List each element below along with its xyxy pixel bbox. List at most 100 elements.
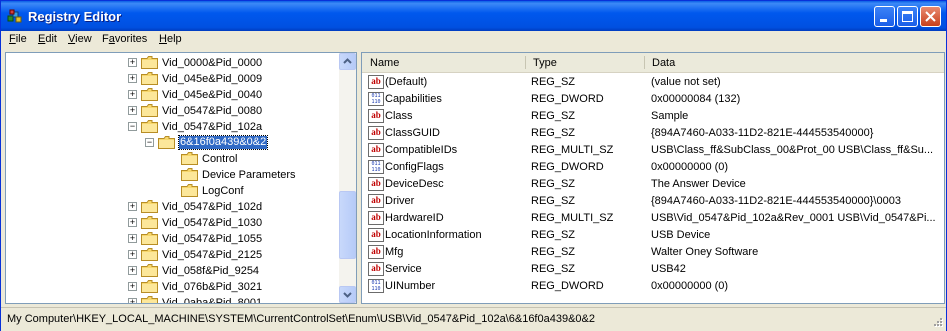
- binary-value-icon: 011 110: [368, 92, 384, 106]
- value-row[interactable]: 011 110 UINumber REG_DWORD 0x00000000 (0): [362, 278, 944, 295]
- tree-item[interactable]: + Vid_0000&Pid_0000: [6, 55, 338, 71]
- minimize-button[interactable]: [874, 6, 895, 27]
- tree-vertical-scrollbar[interactable]: [339, 53, 356, 303]
- value-row[interactable]: ab LocationInformation REG_SZ USB Device: [362, 227, 944, 244]
- string-value-icon: ab: [368, 211, 384, 225]
- scroll-down-button[interactable]: [339, 286, 356, 303]
- value-row[interactable]: ab ClassGUID REG_SZ {894A7460-A033-11D2-821…: [362, 125, 944, 142]
- string-value-icon: ab: [368, 109, 384, 123]
- value-data: Walter Oney Software: [651, 246, 759, 258]
- tree-item[interactable]: + Vid_045e&Pid_0009: [6, 71, 338, 87]
- value-data: (value not set): [651, 76, 721, 88]
- folder-icon: [141, 296, 158, 303]
- menu-view[interactable]: View: [68, 33, 92, 45]
- folder-icon: [141, 248, 158, 261]
- value-name: ConfigFlags: [385, 161, 444, 173]
- tree-item[interactable]: + Vid_0aba&Pid_8001: [6, 295, 338, 303]
- registry-editor-window: Registry Editor File Edit View Favorites…: [0, 0, 947, 331]
- values-list-pane[interactable]: Name Type Data ab (Default) REG_SZ (value n…: [361, 52, 945, 304]
- column-header-name[interactable]: Name: [370, 57, 399, 69]
- tree-item[interactable]: + Vid_0547&Pid_1030: [6, 215, 338, 231]
- scroll-up-button[interactable]: [339, 53, 356, 70]
- value-type: REG_DWORD: [531, 93, 604, 105]
- expand-icon[interactable]: +: [128, 90, 137, 99]
- close-button[interactable]: [920, 6, 941, 27]
- menu-view-label: iew: [75, 33, 92, 45]
- tree-item[interactable]: + Vid_045e&Pid_0040: [6, 87, 338, 103]
- column-header-data[interactable]: Data: [652, 57, 675, 69]
- tree-item-label: Vid_0547&Pid_1055: [162, 233, 263, 245]
- string-value-icon: ab: [368, 126, 384, 140]
- value-type: REG_SZ: [531, 110, 576, 122]
- expand-icon[interactable]: +: [128, 298, 137, 303]
- value-name: Driver: [385, 195, 415, 207]
- collapse-icon[interactable]: −: [145, 138, 154, 147]
- column-divider[interactable]: [525, 56, 526, 69]
- menu-favorites[interactable]: Favorites: [102, 33, 147, 45]
- value-row[interactable]: ab Mfg REG_SZ Walter Oney Software: [362, 244, 944, 261]
- tree-item[interactable]: + Vid_0547&Pid_102d: [6, 199, 338, 215]
- menu-help[interactable]: Help: [159, 33, 182, 45]
- expand-icon[interactable]: +: [128, 282, 137, 291]
- tree-item[interactable]: Device Parameters: [6, 167, 338, 183]
- tree-item-label: Control: [202, 153, 238, 165]
- tree-item[interactable]: + Vid_058f&Pid_9254: [6, 263, 338, 279]
- value-data: USB42: [651, 263, 686, 275]
- menu-edit-label: dit: [45, 33, 57, 45]
- value-type: REG_SZ: [531, 229, 576, 241]
- expand-icon[interactable]: +: [128, 234, 137, 243]
- value-name: Mfg: [385, 246, 404, 258]
- string-value-icon: ab: [368, 194, 384, 208]
- menu-bar: File Edit View Favorites Help: [1, 31, 946, 49]
- tree-item[interactable]: + Vid_0547&Pid_1055: [6, 231, 338, 247]
- value-row[interactable]: ab DeviceDesc REG_SZ The Answer Device: [362, 176, 944, 193]
- tree-item[interactable]: + Vid_076b&Pid_3021: [6, 279, 338, 295]
- column-divider[interactable]: [644, 56, 645, 69]
- value-row[interactable]: ab CompatibleIDs REG_MULTI_SZ USB\Class_ff&…: [362, 142, 944, 159]
- menu-edit[interactable]: Edit: [38, 33, 57, 45]
- tree-item[interactable]: Control: [6, 151, 338, 167]
- maximize-icon: [902, 11, 913, 22]
- expand-icon[interactable]: +: [128, 250, 137, 259]
- expand-icon[interactable]: +: [128, 202, 137, 211]
- tree-item[interactable]: + Vid_0547&Pid_0080: [6, 103, 338, 119]
- expand-icon[interactable]: +: [128, 266, 137, 275]
- value-name: Capabilities: [385, 93, 442, 105]
- value-name: ClassGUID: [385, 127, 441, 139]
- expand-icon[interactable]: +: [128, 74, 137, 83]
- value-row[interactable]: 011 110 ConfigFlags REG_DWORD 0x00000000 (0): [362, 159, 944, 176]
- key-tree-pane[interactable]: + Vid_0000&Pid_0000 + Vid_045e&Pid_0009 + Vid…: [5, 52, 357, 304]
- resize-grip-icon[interactable]: [932, 317, 944, 329]
- expand-icon[interactable]: +: [128, 106, 137, 115]
- binary-value-icon: 011 110: [368, 160, 384, 174]
- value-data: USB\Vid_0547&Pid_102a&Rev_0001 USB\Vid_0…: [651, 212, 936, 224]
- tree-item[interactable]: + Vid_0547&Pid_2125: [6, 247, 338, 263]
- scroll-thumb[interactable]: [339, 191, 356, 259]
- value-row[interactable]: ab (Default) REG_SZ (value not set): [362, 74, 944, 91]
- tree-item[interactable]: − 6&16f0a439&0&2: [6, 135, 338, 151]
- folder-icon: [141, 104, 158, 117]
- folder-icon: [141, 200, 158, 213]
- scroll-down-icon: [343, 292, 352, 298]
- value-data: 0x00000000 (0): [651, 280, 729, 292]
- tree-item[interactable]: − Vid_0547&Pid_102a: [6, 119, 338, 135]
- expand-icon[interactable]: +: [128, 58, 137, 67]
- value-name: UINumber: [385, 280, 436, 292]
- tree-item[interactable]: LogConf: [6, 183, 338, 199]
- string-value-icon: ab: [368, 262, 384, 276]
- value-row[interactable]: ab HardwareID REG_MULTI_SZ USB\Vid_0547&Pid…: [362, 210, 944, 227]
- column-header-type[interactable]: Type: [533, 57, 557, 69]
- tree-item-label: Vid_0547&Pid_2125: [162, 249, 263, 261]
- tree-item-label: LogConf: [202, 185, 244, 197]
- value-row[interactable]: 011 110 Capabilities REG_DWORD 0x00000084 (1…: [362, 91, 944, 108]
- expand-icon[interactable]: +: [128, 218, 137, 227]
- menu-file[interactable]: File: [9, 33, 27, 45]
- collapse-icon[interactable]: −: [128, 122, 137, 131]
- value-row[interactable]: ab Driver REG_SZ {894A7460-A033-11D2-821E-4…: [362, 193, 944, 210]
- maximize-button[interactable]: [897, 6, 918, 27]
- title-bar[interactable]: Registry Editor: [1, 1, 946, 31]
- value-row[interactable]: ab Service REG_SZ USB42: [362, 261, 944, 278]
- value-data: USB Device: [651, 229, 711, 241]
- value-row[interactable]: ab Class REG_SZ Sample: [362, 108, 944, 125]
- value-type: REG_SZ: [531, 246, 576, 258]
